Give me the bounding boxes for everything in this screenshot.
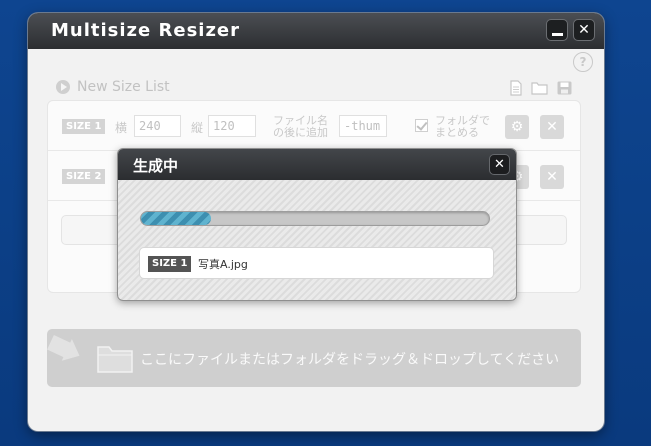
current-file-name: 写真A.jpg [198, 258, 248, 271]
settings-button[interactable]: ⚙ [505, 115, 529, 139]
close-icon: ✕ [494, 157, 505, 172]
progress-dialog: 生成中 ✕ SIZE 1 写真A.jpg [117, 148, 517, 301]
dialog-title-bar[interactable]: 生成中 ✕ [118, 149, 516, 180]
minimize-icon [551, 32, 563, 36]
drop-zone-text: ここにファイルまたはフォルダをドラッグ＆ドロップしてください [140, 352, 560, 368]
help-glyph: ? [579, 55, 587, 69]
width-label: 横 [115, 121, 128, 135]
current-file-panel: SIZE 1 写真A.jpg [139, 247, 494, 279]
play-icon [56, 80, 70, 94]
size-list-title: New Size List [77, 79, 170, 95]
close-icon: ✕ [546, 119, 558, 135]
folder-checkbox[interactable] [415, 119, 428, 132]
minimize-button[interactable] [546, 19, 568, 41]
height-label: 縦 [191, 121, 204, 135]
width-input[interactable]: 240 [134, 115, 181, 137]
close-icon: ✕ [546, 169, 558, 185]
delete-button[interactable]: ✕ [540, 115, 564, 139]
size-badge: SIZE 1 [62, 119, 106, 134]
drop-zone[interactable]: ここにファイルまたはフォルダをドラッグ＆ドロップしてください [47, 329, 581, 387]
gear-icon: ⚙ [510, 119, 524, 135]
save-icon[interactable] [556, 80, 573, 96]
dialog-title: 生成中 [133, 157, 179, 175]
size-row: SIZE 1 横 240 縦 120 ファイル名 の後に追加 -thum フォル… [48, 101, 580, 151]
new-document-icon[interactable] [507, 80, 524, 96]
folder-icon [97, 346, 133, 373]
suffix-label-line2: の後に追加 [273, 126, 328, 139]
progress-fill [141, 212, 211, 225]
size-badge: SIZE 1 [148, 256, 192, 272]
size-list-header: New Size List [56, 79, 170, 95]
open-folder-icon[interactable] [531, 80, 548, 96]
folder-label: フォルダで まとめる [435, 115, 490, 139]
close-icon: ✕ [578, 22, 590, 38]
title-bar[interactable]: Multisize Resizer ✕ [28, 13, 604, 49]
drop-arrow-icon [47, 334, 80, 361]
suffix-label: ファイル名 の後に追加 [273, 115, 328, 139]
suffix-input[interactable]: -thum [339, 115, 387, 137]
progress-bar [140, 211, 490, 226]
delete-button[interactable]: ✕ [540, 165, 564, 189]
folder-label-line2: まとめる [435, 126, 479, 139]
close-button[interactable]: ✕ [573, 19, 595, 41]
app-title: Multisize Resizer [51, 20, 241, 41]
help-icon[interactable]: ? [573, 52, 593, 72]
size-badge: SIZE 2 [62, 169, 106, 184]
dialog-close-button[interactable]: ✕ [489, 154, 510, 175]
height-input[interactable]: 120 [208, 115, 256, 137]
